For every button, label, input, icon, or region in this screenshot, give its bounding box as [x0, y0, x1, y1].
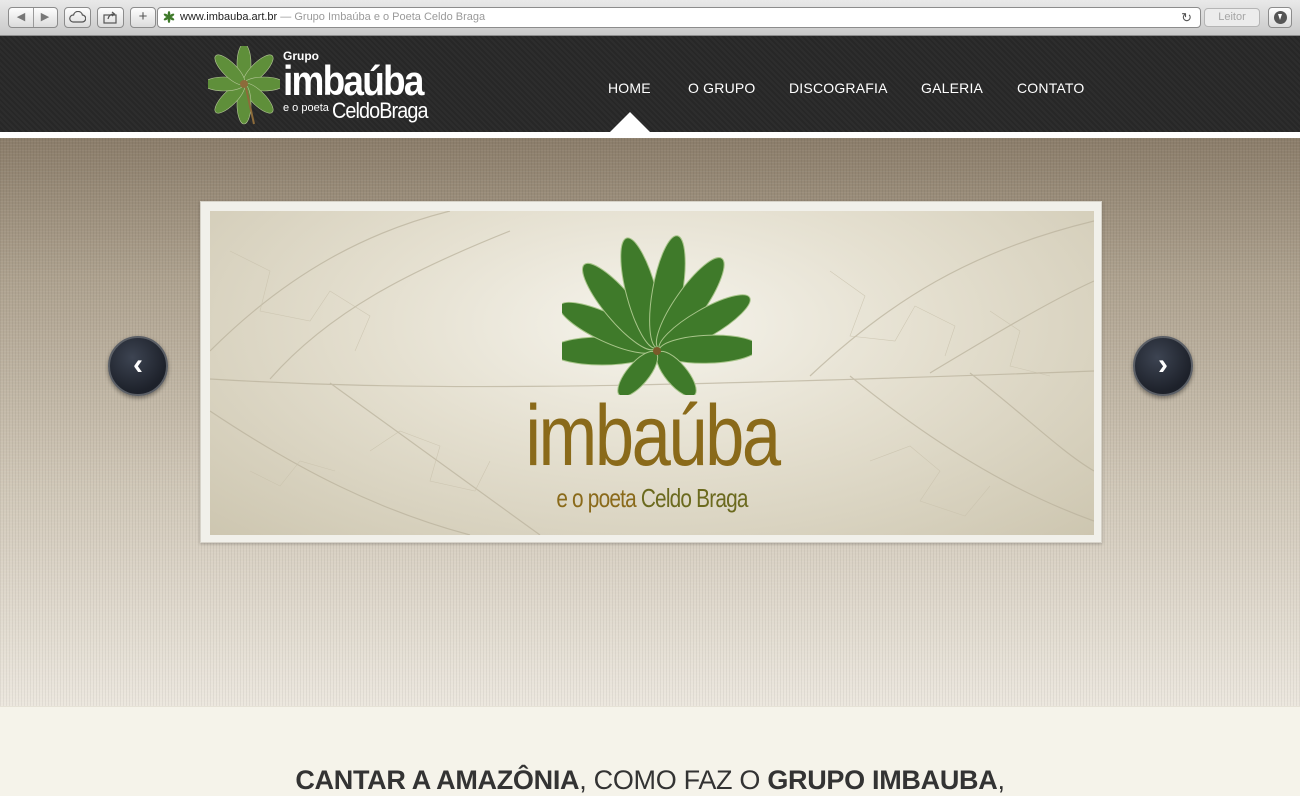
- logo-celdo-braga-text: CeldoBraga: [332, 98, 428, 123]
- slider-next-button[interactable]: ›: [1133, 336, 1193, 396]
- favicon-leaf-icon: [163, 11, 175, 23]
- share-icon: [103, 11, 117, 24]
- reader-button[interactable]: Leitor: [1204, 8, 1260, 27]
- back-button[interactable]: ◀: [9, 8, 33, 27]
- intro-heading-text-2: ,: [997, 765, 1005, 795]
- url-separator: —: [277, 11, 295, 23]
- slide-frame: imbaúba e o poeta Celdo Braga: [200, 201, 1102, 543]
- chevron-left-icon: ‹: [133, 348, 143, 381]
- slide-subtitle: e o poeta Celdo Braga: [298, 483, 1005, 514]
- downloads-button[interactable]: [1268, 7, 1292, 28]
- nav-discografia[interactable]: DISCOGRAFIA: [789, 80, 888, 96]
- intro-heading: CANTAR A AMAZÔNIA, COMO FAZ O GRUPO IMBA…: [0, 765, 1300, 796]
- new-tab-button[interactable]: +: [130, 7, 156, 28]
- intro-heading-bold-1: CANTAR A AMAZÔNIA: [295, 765, 580, 795]
- hero-slider: imbaúba e o poeta Celdo Braga ‹ ›: [0, 138, 1300, 706]
- browser-toolbar: ◀ ▶ + www.imbauba.art.br — Grupo Imbaúba …: [0, 0, 1300, 36]
- share-button[interactable]: [97, 7, 124, 28]
- download-icon: [1274, 11, 1287, 24]
- logo-e-o-poeta-text: e o poeta: [283, 102, 329, 114]
- cloud-icon: [69, 10, 87, 23]
- slide-subtitle-prefix: e o poeta: [556, 483, 641, 513]
- intro-heading-bold-2: GRUPO IMBAUBA: [767, 765, 998, 795]
- forward-button[interactable]: ▶: [33, 8, 57, 27]
- address-bar[interactable]: www.imbauba.art.br — Grupo Imbaúba e o P…: [157, 7, 1201, 28]
- nav-o-grupo[interactable]: O GRUPO: [688, 80, 756, 96]
- slide-image[interactable]: imbaúba e o poeta Celdo Braga: [210, 211, 1094, 535]
- chevron-right-icon: ›: [1158, 348, 1168, 381]
- url-text: www.imbauba.art.br: [180, 11, 278, 23]
- intro-section: CANTAR A AMAZÔNIA, COMO FAZ O GRUPO IMBA…: [0, 706, 1300, 796]
- site-logo[interactable]: Grupo imbaúba e o poeta CeldoBraga: [208, 46, 448, 126]
- page-title-text: Grupo Imbaúba e o Poeta Celdo Braga: [294, 11, 486, 23]
- slider-prev-button[interactable]: ‹: [108, 336, 168, 396]
- leaf-logo-icon: [208, 46, 280, 125]
- reload-icon[interactable]: ↻: [1181, 8, 1192, 27]
- back-forward-buttons[interactable]: ◀ ▶: [8, 7, 58, 28]
- nav-contato[interactable]: CONTATO: [1017, 80, 1085, 96]
- active-nav-indicator: [610, 112, 650, 132]
- leaf-emblem-icon: [562, 235, 752, 395]
- nav-galeria[interactable]: GALERIA: [921, 80, 983, 96]
- logo-imbauba-text: imbaúba: [283, 57, 424, 104]
- slide-title: imbaúba: [525, 388, 781, 484]
- icloud-tabs-button[interactable]: [64, 7, 91, 28]
- slide-subtitle-name: Celdo Braga: [640, 483, 749, 513]
- intro-heading-text-1: , COMO FAZ O: [579, 765, 768, 795]
- nav-home[interactable]: HOME: [608, 80, 651, 96]
